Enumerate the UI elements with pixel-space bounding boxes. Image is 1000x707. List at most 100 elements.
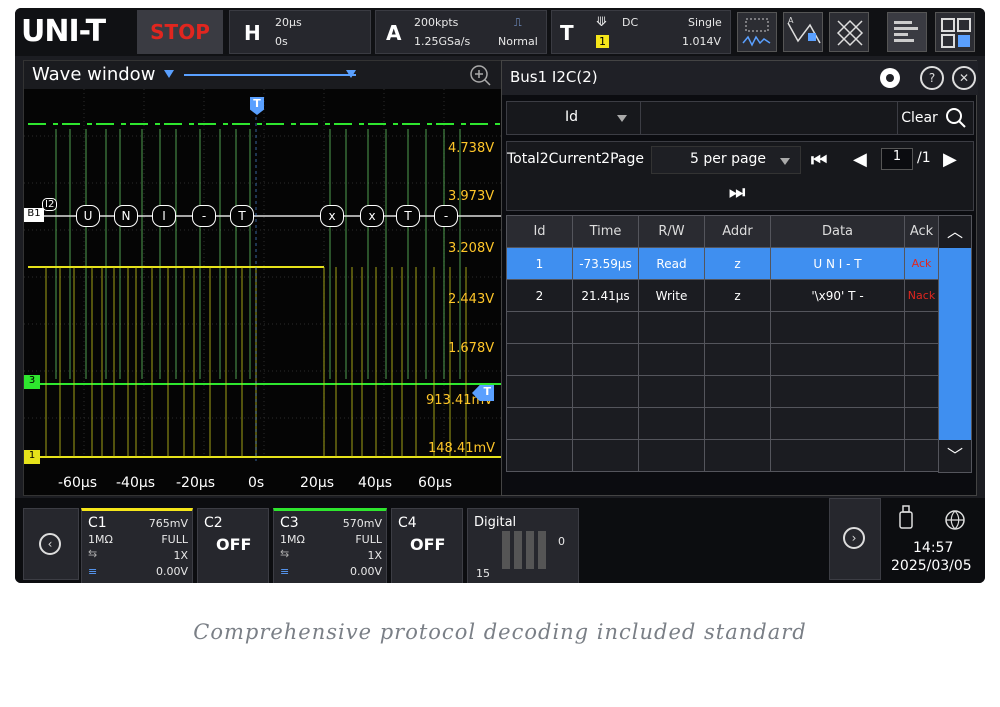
settings-icon[interactable] [880, 68, 900, 88]
bus-frame: - [192, 205, 216, 227]
channel-c3[interactable]: C3 570mV 1MΩ FULL ⇆ 1X ≡ 0.00V [273, 508, 387, 583]
cell-ack: Ack [904, 247, 939, 280]
clear-button[interactable]: Clear [897, 102, 941, 134]
clock-date: 2025/03/05 [891, 558, 972, 574]
pulse-icon: ⎍ [514, 16, 522, 29]
column-header[interactable]: Id [506, 215, 573, 248]
channel-digital[interactable]: Digital 0 15 [467, 508, 579, 583]
brand-logo: UNI-T [21, 14, 106, 49]
horizontal-position: 0s [275, 35, 288, 48]
decode-header: Bus1 I2C(2) ? ✕ [502, 61, 978, 95]
decode-panel: Bus1 I2C(2) ? ✕ Id Clear Total2Current2P… [501, 60, 978, 496]
chevron-down-icon [617, 115, 627, 122]
c1-name: C1 [88, 515, 107, 531]
coupling-icon: ⇆ [280, 547, 290, 560]
bus-frame: N [114, 205, 138, 227]
channel-c1[interactable]: C1 765mV 1MΩ FULL ⇆ 1X ≡ 0.00V [81, 508, 193, 583]
cell-rw: Write [638, 279, 705, 312]
bus-frame: x [320, 205, 344, 227]
waveform-graticule [24, 89, 508, 461]
per-page-select[interactable]: 5 per page [651, 146, 801, 174]
filter-input[interactable] [643, 102, 895, 134]
digital-name: Digital [474, 515, 517, 530]
bus-frame: T [230, 205, 254, 227]
svg-text:A: A [788, 16, 794, 25]
wave-window-selector[interactable] [184, 74, 356, 76]
layout-grid-icon[interactable] [935, 12, 975, 52]
time-tick: -60µs [58, 475, 98, 491]
cell-addr: z [704, 247, 771, 280]
first-page-icon[interactable]: ⏮ [811, 150, 827, 171]
math-icon[interactable] [829, 12, 869, 52]
previous-page-icon[interactable]: ◀ [853, 149, 867, 170]
scroll-down-icon[interactable]: ﹀ [939, 440, 971, 472]
table-row-empty [506, 343, 939, 376]
bw-limit-icon: ≡ [280, 565, 290, 578]
c3-impedance: 1MΩ [280, 533, 305, 546]
ch1-waveform [28, 266, 504, 458]
table-header-row: Id Time R/W Addr Data Ack [506, 215, 939, 248]
c3-probe: 1X [367, 549, 382, 562]
filter-field-select[interactable]: Id [507, 102, 641, 134]
run-stop-button[interactable]: STOP [137, 10, 223, 54]
digital-channel-grid-icon [502, 531, 546, 569]
cell-data: '\x90' T - [770, 279, 905, 312]
help-icon[interactable]: ? [920, 66, 944, 90]
c3-bandwidth: FULL [355, 533, 382, 546]
c3-offset: 0.00V [349, 565, 382, 578]
c3-name: C3 [280, 515, 299, 531]
dropdown-arrow-icon[interactable] [164, 70, 174, 78]
wave-window[interactable]: Wave window T B1 I2 U N I - T x x T - 4.… [23, 60, 508, 496]
table-scrollbar[interactable]: ︿ ﹀ [938, 215, 972, 473]
ch1-level-marker[interactable]: 1 [24, 450, 40, 464]
acquire-mode: Normal [498, 35, 538, 48]
sweep-mode: Single [688, 16, 722, 29]
c2-name: C2 [204, 515, 223, 531]
page-number-input[interactable]: 1 [881, 148, 913, 170]
scroll-right-button[interactable]: › [829, 498, 881, 580]
dropdown-arrow-icon[interactable] [346, 70, 356, 78]
scroll-up-icon[interactable]: ︿ [939, 216, 971, 248]
trigger-settings[interactable]: T ⟱ DC 1 Single 1.014V [551, 10, 731, 54]
voltage-label: 2.443V [448, 292, 495, 307]
cursor-icon[interactable]: A [783, 12, 823, 52]
column-header[interactable]: Time [572, 215, 639, 248]
zoom-in-icon[interactable] [469, 64, 491, 90]
menu-list-icon[interactable] [887, 12, 927, 52]
horizontal-settings[interactable]: H 20µs 0s [229, 10, 371, 54]
horizontal-letter: H [244, 21, 261, 45]
c1-probe: 1X [173, 549, 188, 562]
cell-time: 21.41µs [572, 279, 639, 312]
measure-icon[interactable] [737, 12, 777, 52]
cell-rw: Read [638, 247, 705, 280]
close-icon[interactable]: ✕ [952, 66, 976, 90]
table-row[interactable]: 1 -73.59µs Read z U N I - T Ack [506, 247, 939, 280]
channel-c4[interactable]: C4 OFF [391, 508, 463, 583]
pagination-bar: Total2Current2Page 5 per page ⏮ ◀ 1 /1 ▶… [506, 141, 974, 211]
usb-icon[interactable] [897, 504, 915, 534]
column-header[interactable]: Addr [704, 215, 771, 248]
scroll-thumb[interactable] [939, 248, 971, 440]
last-page-icon[interactable]: ⏭ [729, 182, 745, 203]
trigger-letter: T [560, 21, 574, 45]
clock-time: 14:57 [913, 540, 954, 556]
table-row[interactable]: 2 21.41µs Write z '\x90' T - Nack [506, 279, 939, 312]
scroll-left-button[interactable]: ‹ [23, 508, 79, 580]
acquire-settings[interactable]: A 200kpts 1.25GSa/s ⎍ Normal [375, 10, 547, 54]
search-icon[interactable] [945, 107, 967, 133]
c4-name: C4 [398, 515, 417, 531]
sample-rate: 1.25GSa/s [414, 35, 471, 48]
ch3-level-marker[interactable]: 3 [24, 375, 40, 389]
network-icon[interactable] [943, 508, 967, 536]
cell-addr: z [704, 279, 771, 312]
column-header[interactable]: Ack [904, 215, 939, 248]
next-page-icon[interactable]: ▶ [943, 149, 957, 170]
oscilloscope-screen: UNI-T STOP H 20µs 0s A 200kpts 1.25GSa/s… [15, 8, 985, 583]
filter-field-label: Id [565, 109, 579, 125]
time-tick: 0s [248, 475, 265, 491]
column-header[interactable]: R/W [638, 215, 705, 248]
channel-c2[interactable]: C2 OFF [197, 508, 269, 583]
column-header[interactable]: Data [770, 215, 905, 248]
time-tick: 20µs [300, 475, 335, 491]
decode-table: Id Time R/W Addr Data Ack 1 -73.59µs Rea… [506, 215, 939, 472]
